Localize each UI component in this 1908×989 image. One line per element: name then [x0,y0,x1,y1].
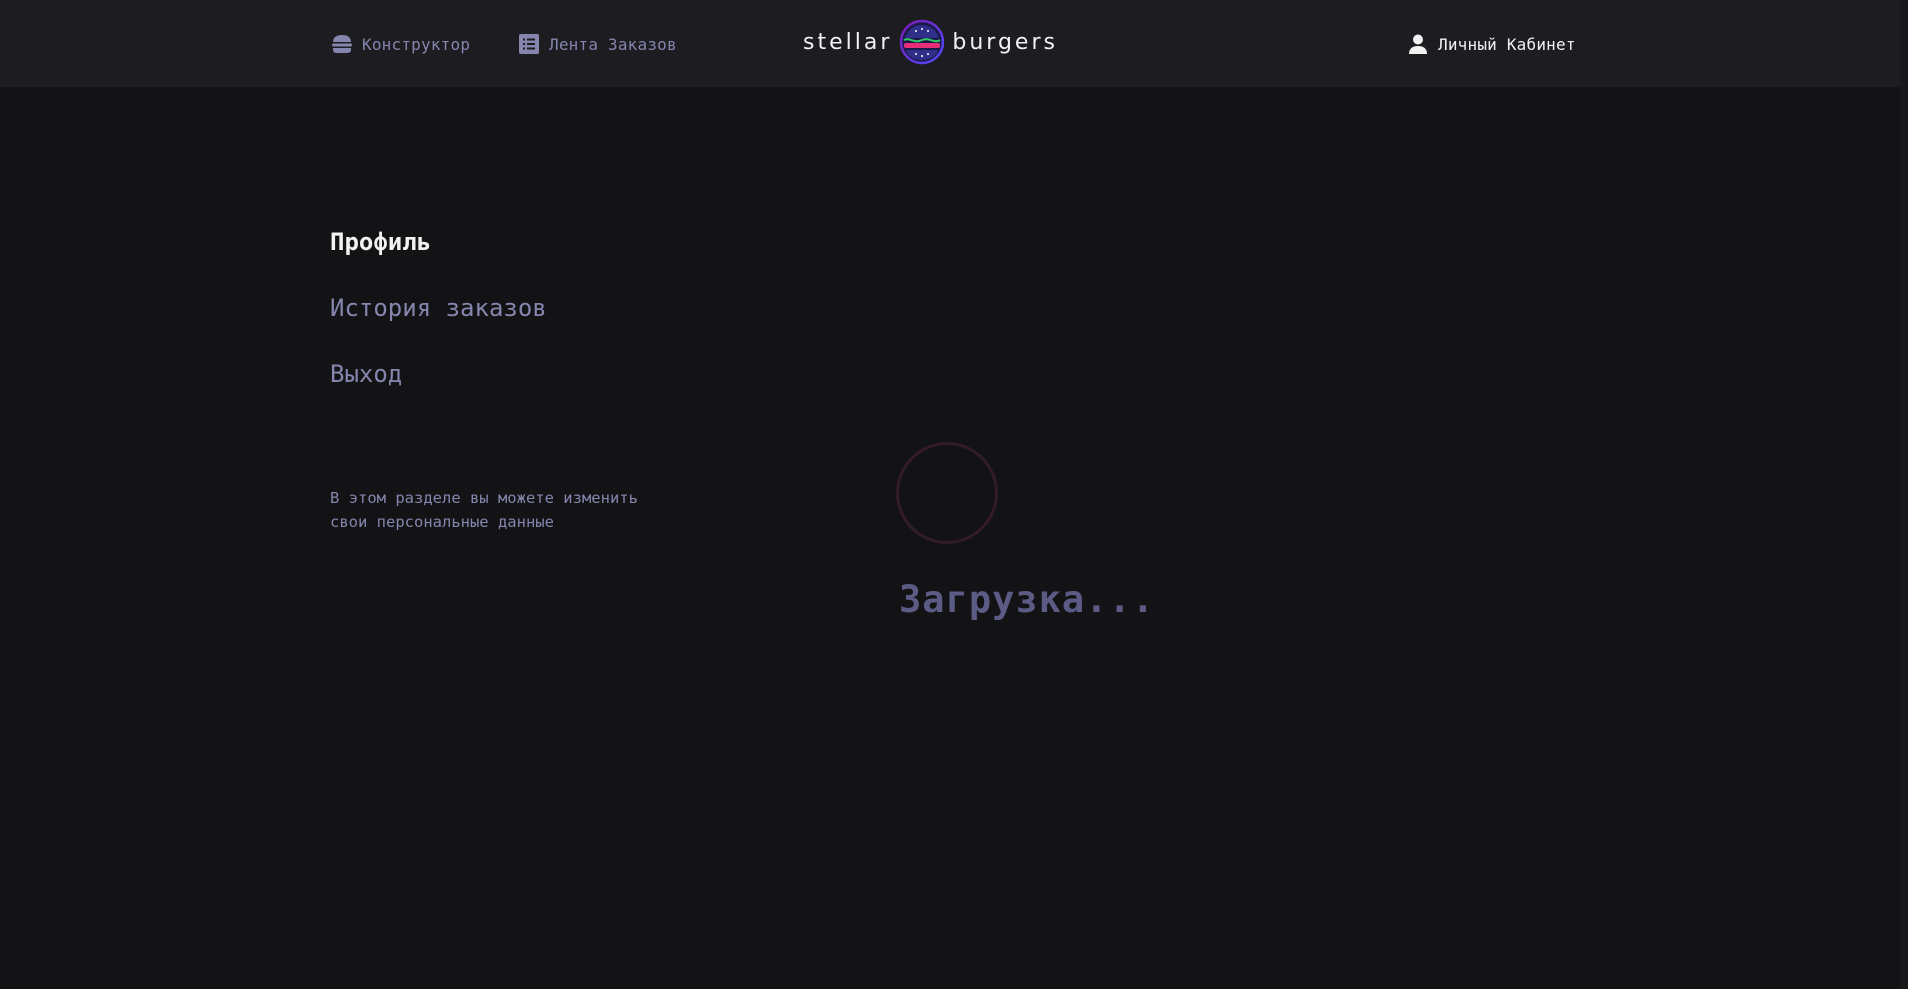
nav-account-link[interactable]: Личный Кабинет [1406,28,1576,60]
menu-item-order-history[interactable]: История заказов [330,280,690,346]
page-scrollbar[interactable] [1900,0,1908,989]
nav-constructor-link[interactable]: Конструктор [330,28,470,60]
profile-side-menu: Профиль История заказов Выход [330,214,690,412]
logo-word-left: stellar [803,29,893,55]
profile-icon [1406,32,1430,56]
list-icon [517,32,541,56]
nav-account-label: Личный Кабинет [1438,34,1576,54]
loading-spinner [896,442,998,544]
app-header: Конструктор Лента Заказов stellar burger… [0,0,1900,87]
burger-icon [330,32,354,56]
burger-logo-icon [900,19,945,65]
menu-item-logout[interactable]: Выход [330,346,690,412]
profile-menu-hint: В этом разделе вы можете изменить свои п… [330,489,638,531]
logo-word-right: burgers [952,29,1058,55]
nav-feed-label: Лента Заказов [549,34,677,54]
loading-text: Загрузка... [899,578,1156,621]
nav-constructor-label: Конструктор [362,34,471,54]
stellar-burgers-logo[interactable]: stellar burgers [803,18,1058,66]
nav-feed-link[interactable]: Лента Заказов [517,28,677,60]
menu-item-profile[interactable]: Профиль [330,214,690,280]
